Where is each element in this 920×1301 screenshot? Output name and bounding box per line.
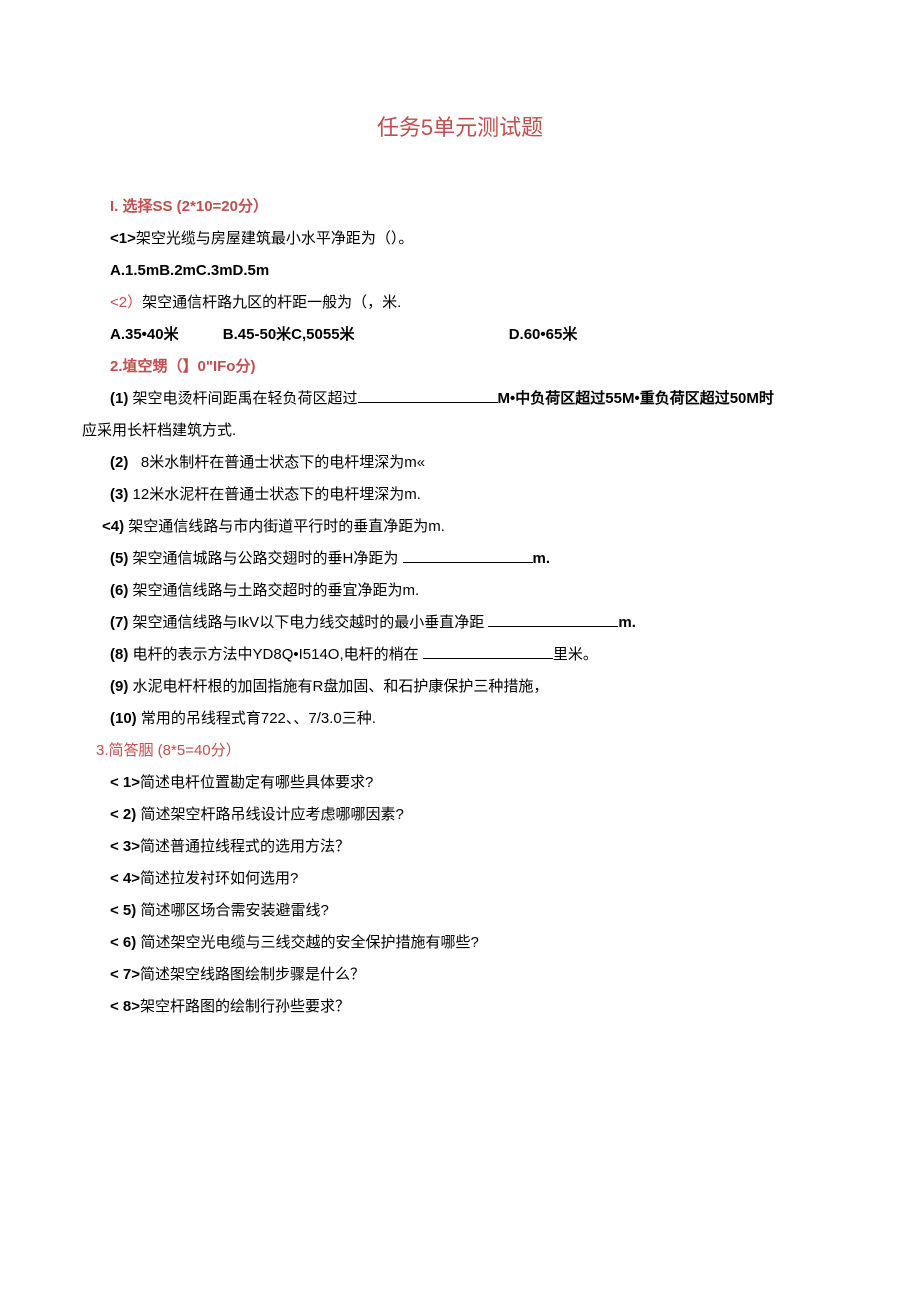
q-num: (10) [110,710,137,727]
q-text: 简述哪区场合需安装避雷线? [140,902,328,919]
s2-q8: (8) 电杆的表示方法中YD8Q•I514O,电杆的梢在 里米。 [110,643,838,667]
section-2-header: 2.埴空甥（】0"IFo分) [110,355,838,379]
q-text: 架空通信线路与土路交超时的垂宜净距为m. [133,582,420,599]
q-text: 水泥电杆杆根的加固指施有R盘加固、和石护康保护三种措施， [133,678,549,695]
s2-q1-line2: 应采用长杆档建筑方式. [82,419,838,443]
s2-q10: (10) 常用的吊线程式育722、、7/3.0三种. [110,707,838,731]
s3-q3: < 3>简述普通拉线程式的选用方法？ [110,835,838,859]
s2-q4: <4) 架空通信线路与市内街道平行时的垂直净距为m. [102,515,838,539]
opt-a: A.35•40米 [110,323,179,347]
blank-underline [488,612,618,627]
q-num: < 5) [110,902,136,919]
q-num: < 6) [110,934,136,951]
s3-q2: < 2) 简述架空杆路吊线设计应考虑哪哪因素? [110,803,838,827]
q-text: 电杆的表示方法中YD8Q•I514O,电杆的梢在 [133,646,419,663]
q-num: < 8> [110,998,140,1015]
s3-q6: < 6) 简述架空光电缆与三线交越的安全保护措施有哪些? [110,931,838,955]
q-text2: M•中负荷区超过55M•重负荷区超过50M时 [498,390,774,407]
s2-q9: (9) 水泥电杆杆根的加固指施有R盘加固、和石护康保护三种措施， [110,675,838,699]
q-num: (3) [110,486,128,503]
s3-q4: < 4>简述拉发衬环如何选用? [110,867,838,891]
q-num: (9) [110,678,128,695]
q-text: 简述拉发衬环如何选用? [140,870,298,887]
q-text2: 里米。 [553,646,598,663]
s2-q6: (6) 架空通信线路与土路交超时的垂宜净距为m. [110,579,838,603]
q-num: < 4> [110,870,140,887]
s3-q1: < 1>简述电杆位置勘定有哪些具体要求? [110,771,838,795]
q-text: 简述架空线路图绘制步骤是什么？ [140,966,365,983]
s1-q2-opts: A.35•40米 B.45-50米C,5055米 D.60•65米 [110,323,838,347]
blank-underline [423,644,553,659]
q-num: (1) [110,390,128,407]
s1-q1-opts: A.1.5mB.2mC.3mD.5m [110,259,838,283]
blank-underline [403,548,533,563]
s1-q1: <1>架空光缆与房屋建筑最小水平净距为（）。 [110,227,838,251]
s2-q3: (3) 12米水泥杆在普通士状态下的电杆埋深为m. [110,483,838,507]
s3-q7: < 7>简述架空线路图绘制步骤是什么？ [110,963,838,987]
q-num: < 3> [110,838,140,855]
q-text: 12米水泥杆在普通士状态下的电杆埋深为m. [133,486,421,503]
s2-q1-line1: (1) 架空电烫杆间距禹在轻负荷区超过 M•中负荷区超过55M•重负荷区超过50M… [110,387,838,411]
s3-q5: < 5) 简述哪区场合需安装避雷线? [110,899,838,923]
s2-q7: (7) 架空通信线路与IkV以下电力线交越时的最小垂直净距 m. [110,611,838,635]
q-num: < 1> [110,774,140,791]
q-num: < 2) [110,806,136,823]
q-num: (2) [110,454,128,471]
q-num: <4) [102,518,124,535]
blank-underline [358,388,498,403]
q-text: 架空电烫杆间距禹在轻负荷区超过 [133,390,358,407]
q-text: 简述普通拉线程式的选用方法？ [140,838,350,855]
q-num: (5) [110,550,128,567]
q-num: (6) [110,582,128,599]
q-num: (8) [110,646,128,663]
q-num: <2） [110,294,142,311]
q-num: <1> [110,230,136,247]
q-text2: m. [618,614,636,631]
q-text: 架空通信杆路九区的杆距一般为（，米. [142,294,401,311]
opt-d: D.60•65米 [509,323,578,347]
page-title: 任务5单元测试题 [82,110,838,145]
q-num: < 7> [110,966,140,983]
q-text: 常用的吊线程式育722、、7/3.0三种. [141,710,376,727]
q-num: (7) [110,614,128,631]
q-text: 架空杆路图的绘制行孙些要求？ [140,998,350,1015]
q-text: 架空通信线路与市内街道平行时的垂直净距为m. [128,518,445,535]
q-text: 架空通信城路与公路交翅时的垂H净距为 [133,550,399,567]
s2-q2: (2) 8米水制杆在普通士状态下的电杆埋深为m« [110,451,838,475]
q-text: 8米水制杆在普通士状态下的电杆埋深为m« [141,454,425,471]
q-text: 简述架空光电缆与三线交越的安全保护措施有哪些? [140,934,478,951]
q-text2: m. [533,550,551,567]
q-text: 简述电杆位置勘定有哪些具体要求? [140,774,373,791]
q-text: 架空通信线路与IkV以下电力线交越时的最小垂直净距 [133,614,485,631]
q-text: 架空光缆与房屋建筑最小水平净距为（）。 [136,230,414,247]
opt-b: B.45-50米C,5055米 [223,323,355,347]
s2-q5: (5) 架空通信城路与公路交翅时的垂H净距为 m. [110,547,838,571]
section-1-header: I. 选择SS (2*10=20分） [110,195,838,219]
s1-q2: <2）架空通信杆路九区的杆距一般为（，米. [110,291,838,315]
s3-q8: < 8>架空杆路图的绘制行孙些要求？ [110,995,838,1019]
section-3-header: 3.简答胭 (8*5=40分） [96,739,838,763]
q-text: 简述架空杆路吊线设计应考虑哪哪因素? [140,806,403,823]
